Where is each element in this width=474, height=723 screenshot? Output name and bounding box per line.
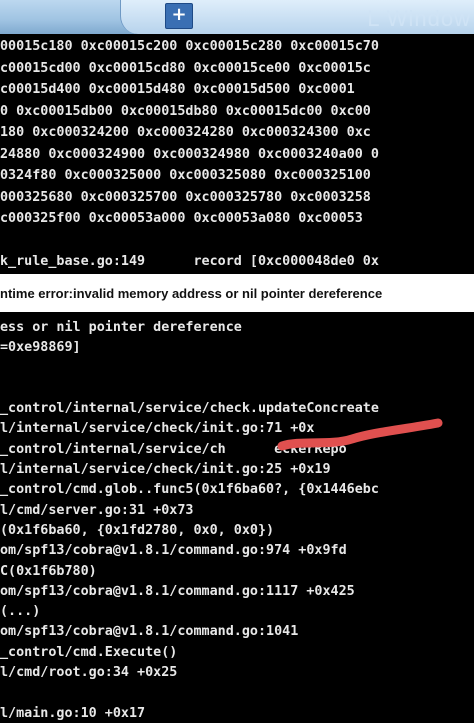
console-bottom-line: _control/internal/service/ch eckerRepo [0, 441, 347, 457]
bottom-console-screenshot: ess or nil pointer dereference =0xe98869]… [0, 312, 474, 723]
console-bottom-line: _control/cmd.Execute() [0, 644, 178, 660]
console-bottom-line: l/main.go:10 +0x17 [0, 705, 146, 721]
console-bottom-line: ess or nil pointer dereference [0, 320, 242, 335]
console-top-line: 0 0xc00015db00 0xc00015db80 0xc00015dc00… [0, 103, 371, 119]
console-top-line: 0324f80 0xc000325000 0xc000325080 0xc000… [0, 168, 371, 183]
console-top-line [0, 230, 474, 252]
console-bottom-line: om/spf13/cobra@v1.8.1/command.go:1117 +0… [0, 583, 355, 599]
console-bottom-line: _control/cmd.glob..func5(0x1f6ba60?, {0x… [0, 482, 379, 498]
console-bottom-line: C(0x1f6b780) [0, 563, 97, 579]
console-bottom-line: l/cmd/root.go:34 +0x25 [0, 665, 178, 681]
console-bottom-line [0, 359, 474, 379]
console-top-line: 24880 0xc000324900 0xc000324980 0xc00032… [0, 146, 379, 162]
console-bottom-line: om/spf13/cobra@v1.8.1/command.go:1041 [0, 624, 299, 640]
console-bottom-line: =0xe98869] [0, 340, 81, 356]
console-top-line: 000325680 0xc000325700 0xc000325780 0xc0… [0, 189, 371, 205]
console-bottom-line: (0x1f6ba60, {0x1fd2780, 0x0, 0x0}) [0, 522, 275, 538]
console-top-line: c000325f00 0xc00053a000 0xc00053a080 0xc… [0, 211, 363, 226]
top-console-screenshot: L Window + 00015c180 0xc00015c200 0xc000… [0, 0, 474, 274]
console-top-line: c00015d400 0xc00015d480 0xc00015d500 0xc… [0, 82, 355, 97]
console-top-line: 180 0xc000324200 0xc000324280 0xc0003243… [0, 125, 371, 140]
console-bottom-line: _control/internal/service/check.updateCo… [0, 401, 379, 417]
console-top-line: 00015c180 0xc00015c200 0xc00015c280 0xc0… [0, 39, 379, 54]
console-bottom-line: om/spf13/cobra@v1.8.1/command.go:974 +0x… [0, 543, 347, 559]
console-top-line: 048ff0 0xc000049020 0xc000049050 0xc0000… [0, 273, 474, 275]
console-bottom-line: l/internal/service/check/init.go:71 +0x [0, 421, 315, 437]
console-top-line: c00015cd00 0xc00015cd80 0xc00015ce00 0xc… [0, 60, 371, 76]
console-bottom-line: l/internal/service/check/init.go:25 +0x1… [0, 462, 331, 478]
error-caption: ntime error:invalid memory address or ni… [0, 276, 474, 312]
windows-taskbar-strip: L Window + [0, 0, 474, 34]
console-top-line: k_rule_base.go:149 record [0xc000048de0 … [0, 254, 379, 269]
console-bottom-line [0, 379, 474, 399]
console-bottom-line [0, 683, 474, 703]
console-bottom-line: l/cmd/server.go:31 +0x73 [0, 502, 194, 518]
console-output-top: 00015c180 0xc00015c200 0xc00015c280 0xc0… [0, 36, 474, 274]
console-output-bottom: ess or nil pointer dereference =0xe98869]… [0, 318, 474, 723]
console-bottom-line: (...) [0, 604, 41, 620]
new-tab-plus-icon[interactable]: + [165, 3, 193, 29]
window-title: L Window [367, 6, 471, 31]
